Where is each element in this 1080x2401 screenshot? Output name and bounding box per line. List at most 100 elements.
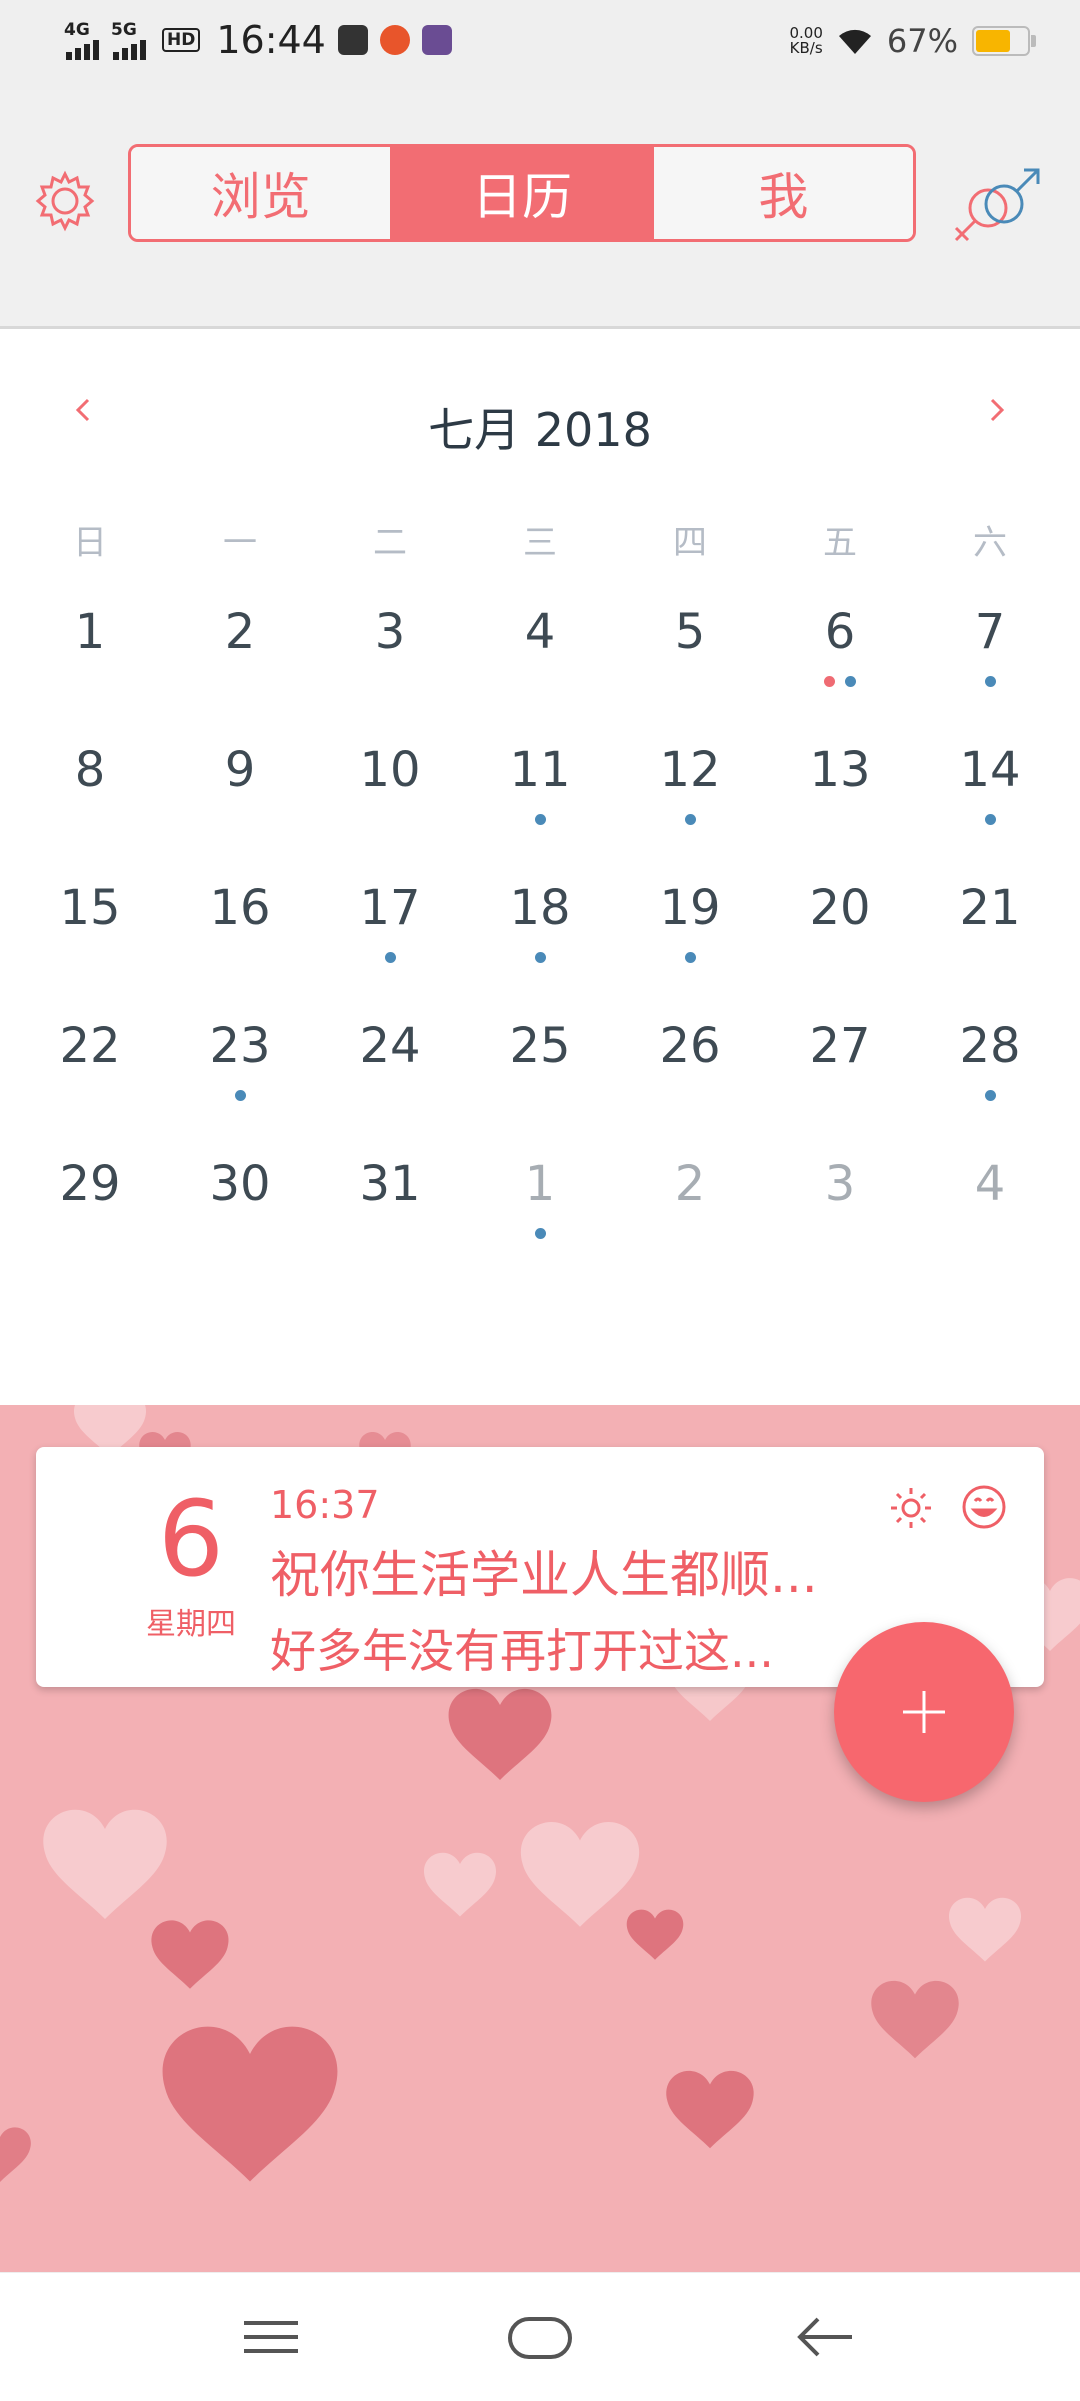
calendar-day[interactable]: 20 [765, 878, 915, 1016]
weekday-label: 三 [523, 523, 557, 563]
blue-entry-dot [684, 814, 696, 825]
smiley-icon [962, 1485, 1006, 1529]
calendar-day[interactable]: 13 [765, 740, 915, 878]
blue-entry-dot [234, 1090, 246, 1101]
calendar-day[interactable]: 26 [615, 1016, 765, 1154]
weekday-label: 二 [373, 523, 407, 563]
day-number: 1 [524, 1156, 556, 1212]
day-number: 26 [659, 1018, 721, 1074]
home-icon[interactable] [505, 2307, 575, 2367]
entry-indicators [765, 676, 915, 687]
system-nav-bar [0, 2272, 1080, 2401]
calendar-day[interactable]: 17 [315, 878, 465, 1016]
calendar-day[interactable]: 18 [465, 878, 615, 1016]
tab-calendar[interactable]: 日历 [390, 147, 652, 239]
calendar-day[interactable]: 27 [765, 1016, 915, 1154]
chevron-right-icon[interactable] [976, 390, 1016, 430]
speed-unit: KB/s [789, 39, 823, 57]
calendar-day[interactable]: 12 [615, 740, 765, 878]
day-number: 27 [809, 1018, 871, 1074]
tab-me[interactable]: 我 [651, 147, 913, 239]
entry-indicators [165, 1090, 315, 1101]
calendar-day[interactable]: 23 [165, 1016, 315, 1154]
back-icon[interactable] [790, 2307, 860, 2367]
calendar-day[interactable]: 4 [465, 602, 615, 740]
calendar-day[interactable]: 3 [315, 602, 465, 740]
gear-icon[interactable] [30, 166, 100, 236]
day-number: 16 [209, 880, 271, 936]
status-time: 16:44 [216, 18, 326, 62]
calendar-day[interactable]: 9 [165, 740, 315, 878]
calendar-day[interactable]: 19 [615, 878, 765, 1016]
calendar-day[interactable]: 31 [315, 1154, 465, 1292]
day-number: 7 [974, 604, 1006, 660]
tab-browse[interactable]: 浏览 [131, 147, 391, 239]
entry-indicators [915, 676, 1065, 687]
weekday-label: 五 [823, 523, 857, 563]
calendar-day[interactable]: 14 [915, 740, 1065, 878]
day-number: 23 [209, 1018, 271, 1074]
calendar-day[interactable]: 11 [465, 740, 615, 878]
calendar-day-next-month[interactable]: 3 [765, 1154, 915, 1292]
day-number: 3 [374, 604, 406, 660]
day-number: 10 [359, 742, 421, 798]
battery-icon [972, 26, 1036, 56]
main-tabs: 浏览 日历 我 [128, 144, 916, 242]
calendar-day[interactable]: 1 [15, 602, 165, 740]
blue-entry-dot [534, 814, 546, 825]
calendar-day[interactable]: 2 [165, 602, 315, 740]
wifi-icon [838, 29, 871, 54]
calendar-day[interactable]: 28 [915, 1016, 1065, 1154]
day-number: 1 [74, 604, 106, 660]
top-header: 浏览 日历 我 [0, 90, 1080, 329]
calendar-day-next-month[interactable]: 4 [915, 1154, 1065, 1292]
blue-entry-dot [845, 676, 856, 687]
hd-badge: HD [162, 28, 201, 52]
entry-indicators [315, 952, 465, 963]
day-number: 18 [509, 880, 571, 936]
network-speed: 0.00 KB/s [789, 26, 822, 56]
day-number: 22 [59, 1018, 121, 1074]
plus-icon [903, 1691, 945, 1733]
day-number: 9 [224, 742, 256, 798]
calendar-day[interactable]: 30 [165, 1154, 315, 1292]
blue-entry-dot [384, 952, 396, 963]
calendar-day[interactable]: 10 [315, 740, 465, 878]
day-number: 20 [809, 880, 871, 936]
day-number: 11 [509, 742, 571, 798]
calendar-day[interactable]: 16 [165, 878, 315, 1016]
day-number: 12 [659, 742, 721, 798]
day-number: 15 [59, 880, 121, 936]
day-grid: 1 2 3 4 5 6 7 8 9 10 11 12 13 14 15 16 17 18 19 20 21 22 23 24 2… [15, 602, 1065, 1292]
blue-entry-dot [534, 952, 546, 963]
entry-indicators [915, 814, 1065, 825]
calendar-day[interactable]: 5 [615, 602, 765, 740]
add-entry-button[interactable] [834, 1622, 1014, 1802]
network-label-2: 5G [111, 20, 137, 40]
entry-indicators [615, 814, 765, 825]
day-number: 31 [359, 1156, 421, 1212]
menu-icon[interactable] [236, 2307, 306, 2367]
month-title: 七月 2018 [428, 403, 652, 457]
calendar-day-next-month[interactable]: 1 [465, 1154, 615, 1292]
calendar-day[interactable]: 21 [915, 878, 1065, 1016]
calendar-day[interactable]: 22 [15, 1016, 165, 1154]
calendar-day[interactable]: 24 [315, 1016, 465, 1154]
blue-entry-dot [534, 1228, 546, 1239]
entry-indicators [465, 1228, 615, 1239]
weekday-header: 日 一 二 三 四 五 六 [0, 515, 1080, 564]
calendar-day[interactable]: 7 [915, 602, 1065, 740]
calendar-day[interactable]: 8 [15, 740, 165, 878]
weekday-label: 日 [73, 523, 107, 563]
calendar-day[interactable]: 29 [15, 1154, 165, 1292]
calendar-day[interactable]: 25 [465, 1016, 615, 1154]
day-number: 4 [974, 1156, 1006, 1212]
signal-5g-icon: 5G [111, 20, 146, 60]
calendar-day-next-month[interactable]: 2 [615, 1154, 765, 1292]
calendar-day[interactable]: 6 [765, 602, 915, 740]
network-label-1: 4G [64, 20, 90, 40]
day-number: 30 [209, 1156, 271, 1212]
day-number: 14 [959, 742, 1021, 798]
gender-symbols-icon[interactable] [948, 160, 1048, 250]
calendar-day[interactable]: 15 [15, 878, 165, 1016]
